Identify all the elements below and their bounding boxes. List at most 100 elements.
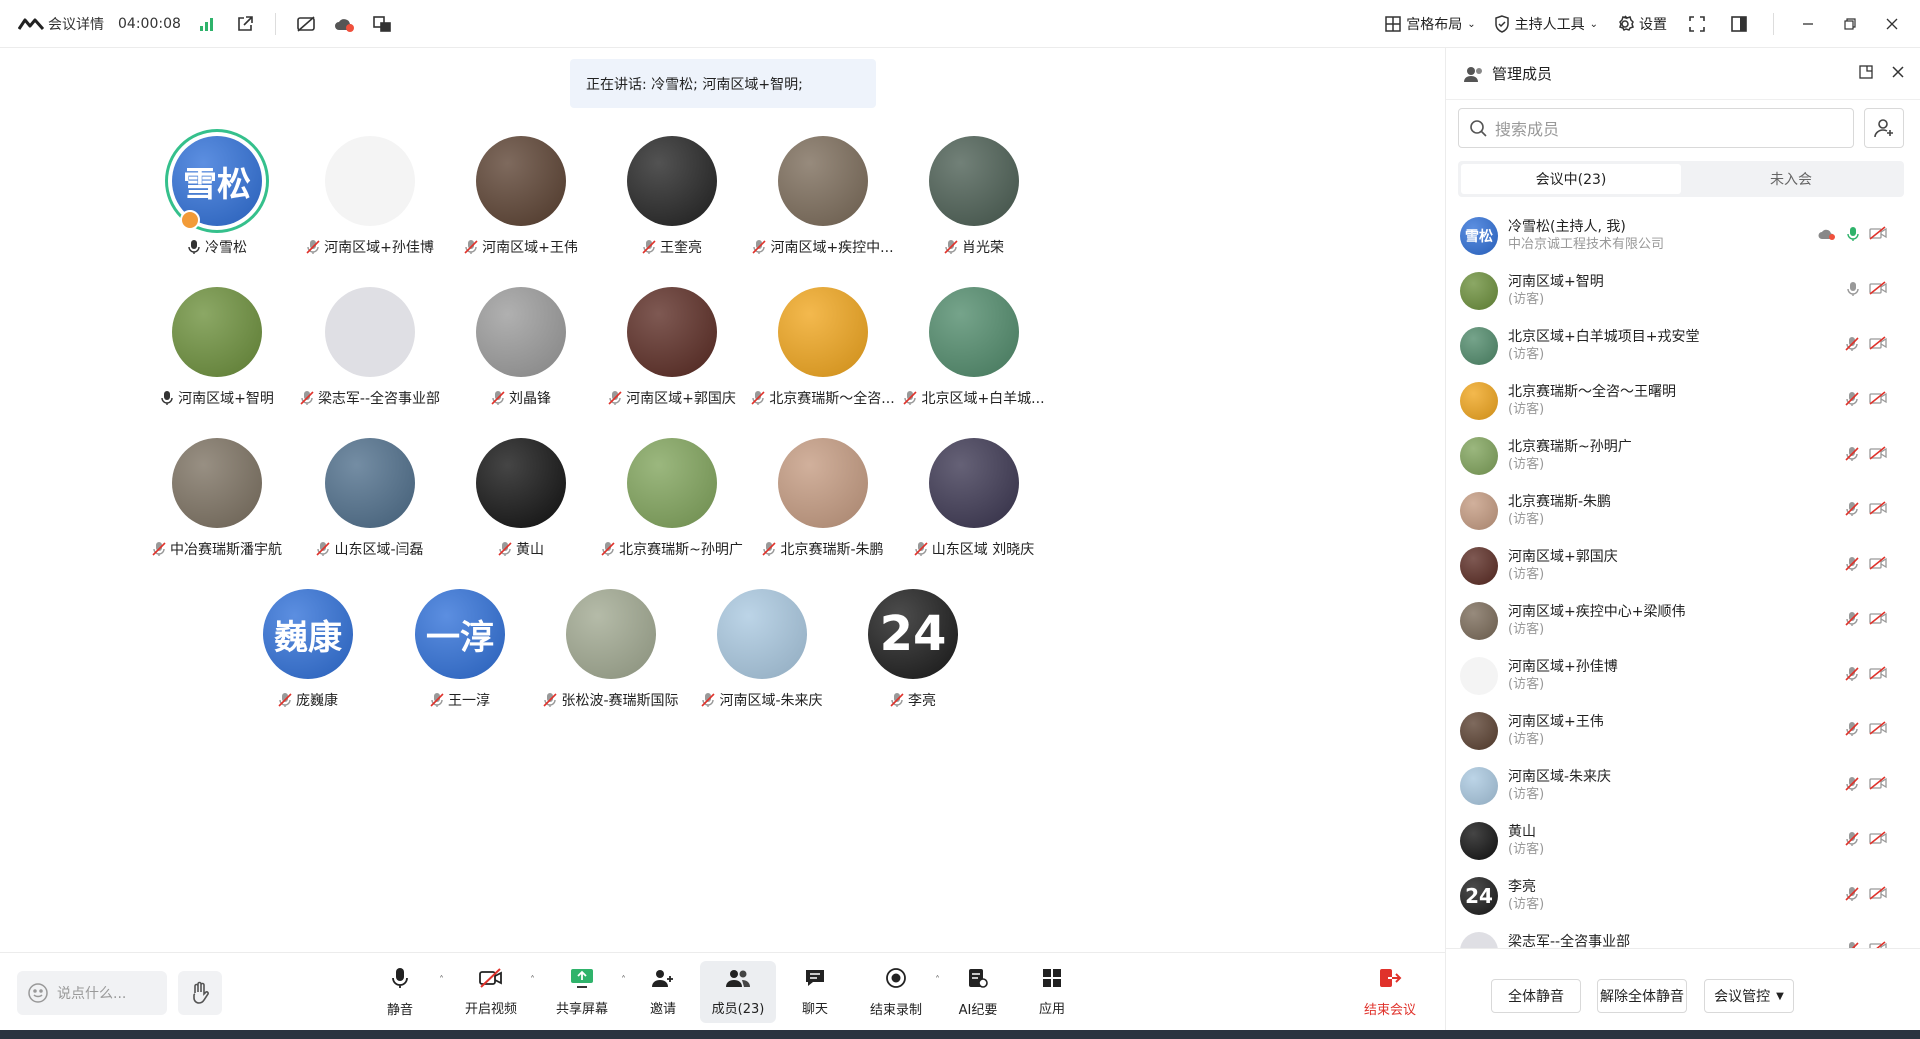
subtitle-off-icon[interactable] [294,12,318,36]
member-search-input[interactable]: 搜索成员 [1458,108,1854,148]
member-avatar [1460,491,1498,530]
member-row[interactable]: 河南区域+智明 (访客) [1446,263,1920,318]
chevron-up-icon[interactable]: ˄ [439,975,444,986]
member-row[interactable]: 河南区域-朱来庆 (访客) [1446,758,1920,813]
toolbar-button-apps[interactable]: 应用 [1014,961,1090,1023]
member-row[interactable]: 北京赛瑞斯~孙明广 (访客) [1446,428,1920,483]
toolbar-button-video-off[interactable]: 开启视频 ˄ [453,961,535,1023]
avatar: 巍康 [263,589,353,679]
camera-off-icon[interactable] [1869,776,1887,796]
participant-tile[interactable]: 24 李亮 [823,589,1003,710]
mic-muted-icon[interactable] [1845,776,1859,796]
toolbar-button-chat[interactable]: 聊天 [777,961,853,1023]
member-row[interactable]: 河南区域+孙佳博 (访客) [1446,648,1920,703]
settings-button[interactable]: 设置 [1616,14,1667,34]
camera-off-icon[interactable] [1869,666,1887,686]
member-name: 北京赛瑞斯～全咨～王曙明 [1508,383,1676,400]
chevron-up-icon[interactable]: ˄ [530,975,535,986]
member-subtitle: (访客) [1508,511,1545,527]
participant-name: 刘晶锋 [509,391,551,407]
external-link-icon[interactable] [233,12,257,36]
toolbar-button-invite[interactable]: 邀请 [625,961,701,1023]
host-tools-button[interactable]: 主持人工具 ⌄ [1494,14,1598,34]
meeting-details-button[interactable]: 会议详情 [18,14,104,34]
mute-all-button[interactable]: 全体静音 [1491,979,1581,1013]
toolbar-button-members[interactable]: 成员(23) [700,961,776,1023]
mic-icon[interactable] [1847,226,1859,246]
camera-off-icon[interactable] [1869,336,1887,356]
cloud-record-icon[interactable] [332,12,356,36]
member-row[interactable]: 河南区域+王伟 (访客) [1446,703,1920,758]
toolbar-button-share-screen[interactable]: 共享屏幕 ˄ [544,961,626,1023]
camera-off-icon[interactable] [1869,226,1887,246]
close-window-icon[interactable] [1880,12,1904,36]
mic-icon[interactable] [1847,281,1859,301]
mic-muted-icon[interactable] [1845,556,1859,576]
camera-off-icon[interactable] [1869,446,1887,466]
camera-off-icon[interactable] [1869,721,1887,741]
participant-name: 河南区域+孙佳博 [324,240,434,256]
mic-muted-icon[interactable] [1845,831,1859,851]
toolbar-button-mic[interactable]: 静音 ˄ [362,961,444,1023]
host-tools-label: 主持人工具 [1514,17,1585,33]
add-member-button[interactable] [1864,108,1904,148]
participant-tile[interactable]: 山东区域 刘晓庆 [884,438,1064,559]
member-avatar: 24 [1460,876,1498,915]
mic-muted-icon[interactable] [1845,941,1859,948]
reaction-input[interactable]: 说点什么... [17,971,167,1015]
camera-off-icon[interactable] [1869,281,1887,301]
avatar [778,136,868,226]
mic-muted-icon[interactable] [1845,391,1859,411]
raise-hand-button[interactable] [178,971,222,1015]
mic-muted-icon[interactable] [1845,336,1859,356]
member-row[interactable]: 雪松 冷雪松(主持人, 我) 中冶京诚工程技术有限公司 [1446,208,1920,263]
participant-tile[interactable]: 北京区域+白羊城... [884,287,1064,408]
member-row[interactable]: 北京赛瑞斯-朱鹏 (访客) [1446,483,1920,538]
member-avatar-text: 24 [1465,883,1493,908]
participant-tile[interactable]: 肖光荣 [884,136,1064,257]
member-row[interactable]: 北京赛瑞斯～全咨～王曙明 (访客) [1446,373,1920,428]
camera-off-icon[interactable] [1869,501,1887,521]
fullscreen-icon[interactable] [1685,12,1709,36]
mic-muted-icon[interactable] [1845,446,1859,466]
tab-in-meeting[interactable]: 会议中(23) [1461,164,1681,194]
mic-muted-icon[interactable] [1845,666,1859,686]
member-text: 北京赛瑞斯～全咨～王曙明 (访客) [1508,383,1676,419]
camera-off-icon[interactable] [1869,556,1887,576]
member-row[interactable]: 北京区域+白羊城项目+戎安堂 (访客) [1446,318,1920,373]
divider [274,12,276,35]
signal-icon[interactable] [195,12,219,36]
meeting-control-button[interactable]: 会议管控 ▼ [1704,979,1794,1013]
member-text: 河南区域+孙佳博 (访客) [1508,658,1618,694]
member-row[interactable]: 黄山 (访客) [1446,813,1920,868]
camera-off-icon[interactable] [1869,831,1887,851]
toolbar-button-record-stop[interactable]: 结束录制 ˄ [858,961,940,1023]
mic-muted-icon[interactable] [1845,611,1859,631]
camera-off-icon[interactable] [1869,611,1887,631]
member-row[interactable]: 梁志军--全咨事业部(访客) [1446,923,1920,948]
unmute-all-button[interactable]: 解除全体静音 [1597,979,1687,1013]
members-icon [1464,66,1482,82]
member-row[interactable]: 24 李亮 (访客) [1446,868,1920,923]
close-panel-icon[interactable] [1890,64,1906,84]
member-row[interactable]: 河南区域+疾控中心+梁顺伟 (访客) [1446,593,1920,648]
member-name: 河南区域-朱来庆 [1508,768,1612,785]
cloud-record-icon [1817,226,1837,246]
mic-muted-icon[interactable] [1845,886,1859,906]
sidebar-toggle-icon[interactable] [1727,12,1751,36]
minimize-icon[interactable] [1796,12,1820,36]
camera-off-icon[interactable] [1869,886,1887,906]
mic-muted-icon[interactable] [1845,501,1859,521]
member-text: 梁志军--全咨事业部(访客) [1508,933,1630,949]
tab-not-joined[interactable]: 未入会 [1681,164,1901,194]
camera-off-icon[interactable] [1869,391,1887,411]
member-row[interactable]: 河南区域+郭国庆 (访客) [1446,538,1920,593]
popout-icon[interactable] [1858,64,1874,84]
end-meeting-button[interactable]: 结束会议 [1352,961,1428,1023]
restore-icon[interactable] [1838,12,1862,36]
grid-layout-button[interactable]: 宫格布局 ⌄ [1385,14,1476,34]
toolbar-button-ai-notes[interactable]: AI纪要 [940,961,1016,1023]
camera-off-icon[interactable] [1869,941,1887,948]
translate-icon[interactable] [370,12,394,36]
mic-muted-icon[interactable] [1845,721,1859,741]
